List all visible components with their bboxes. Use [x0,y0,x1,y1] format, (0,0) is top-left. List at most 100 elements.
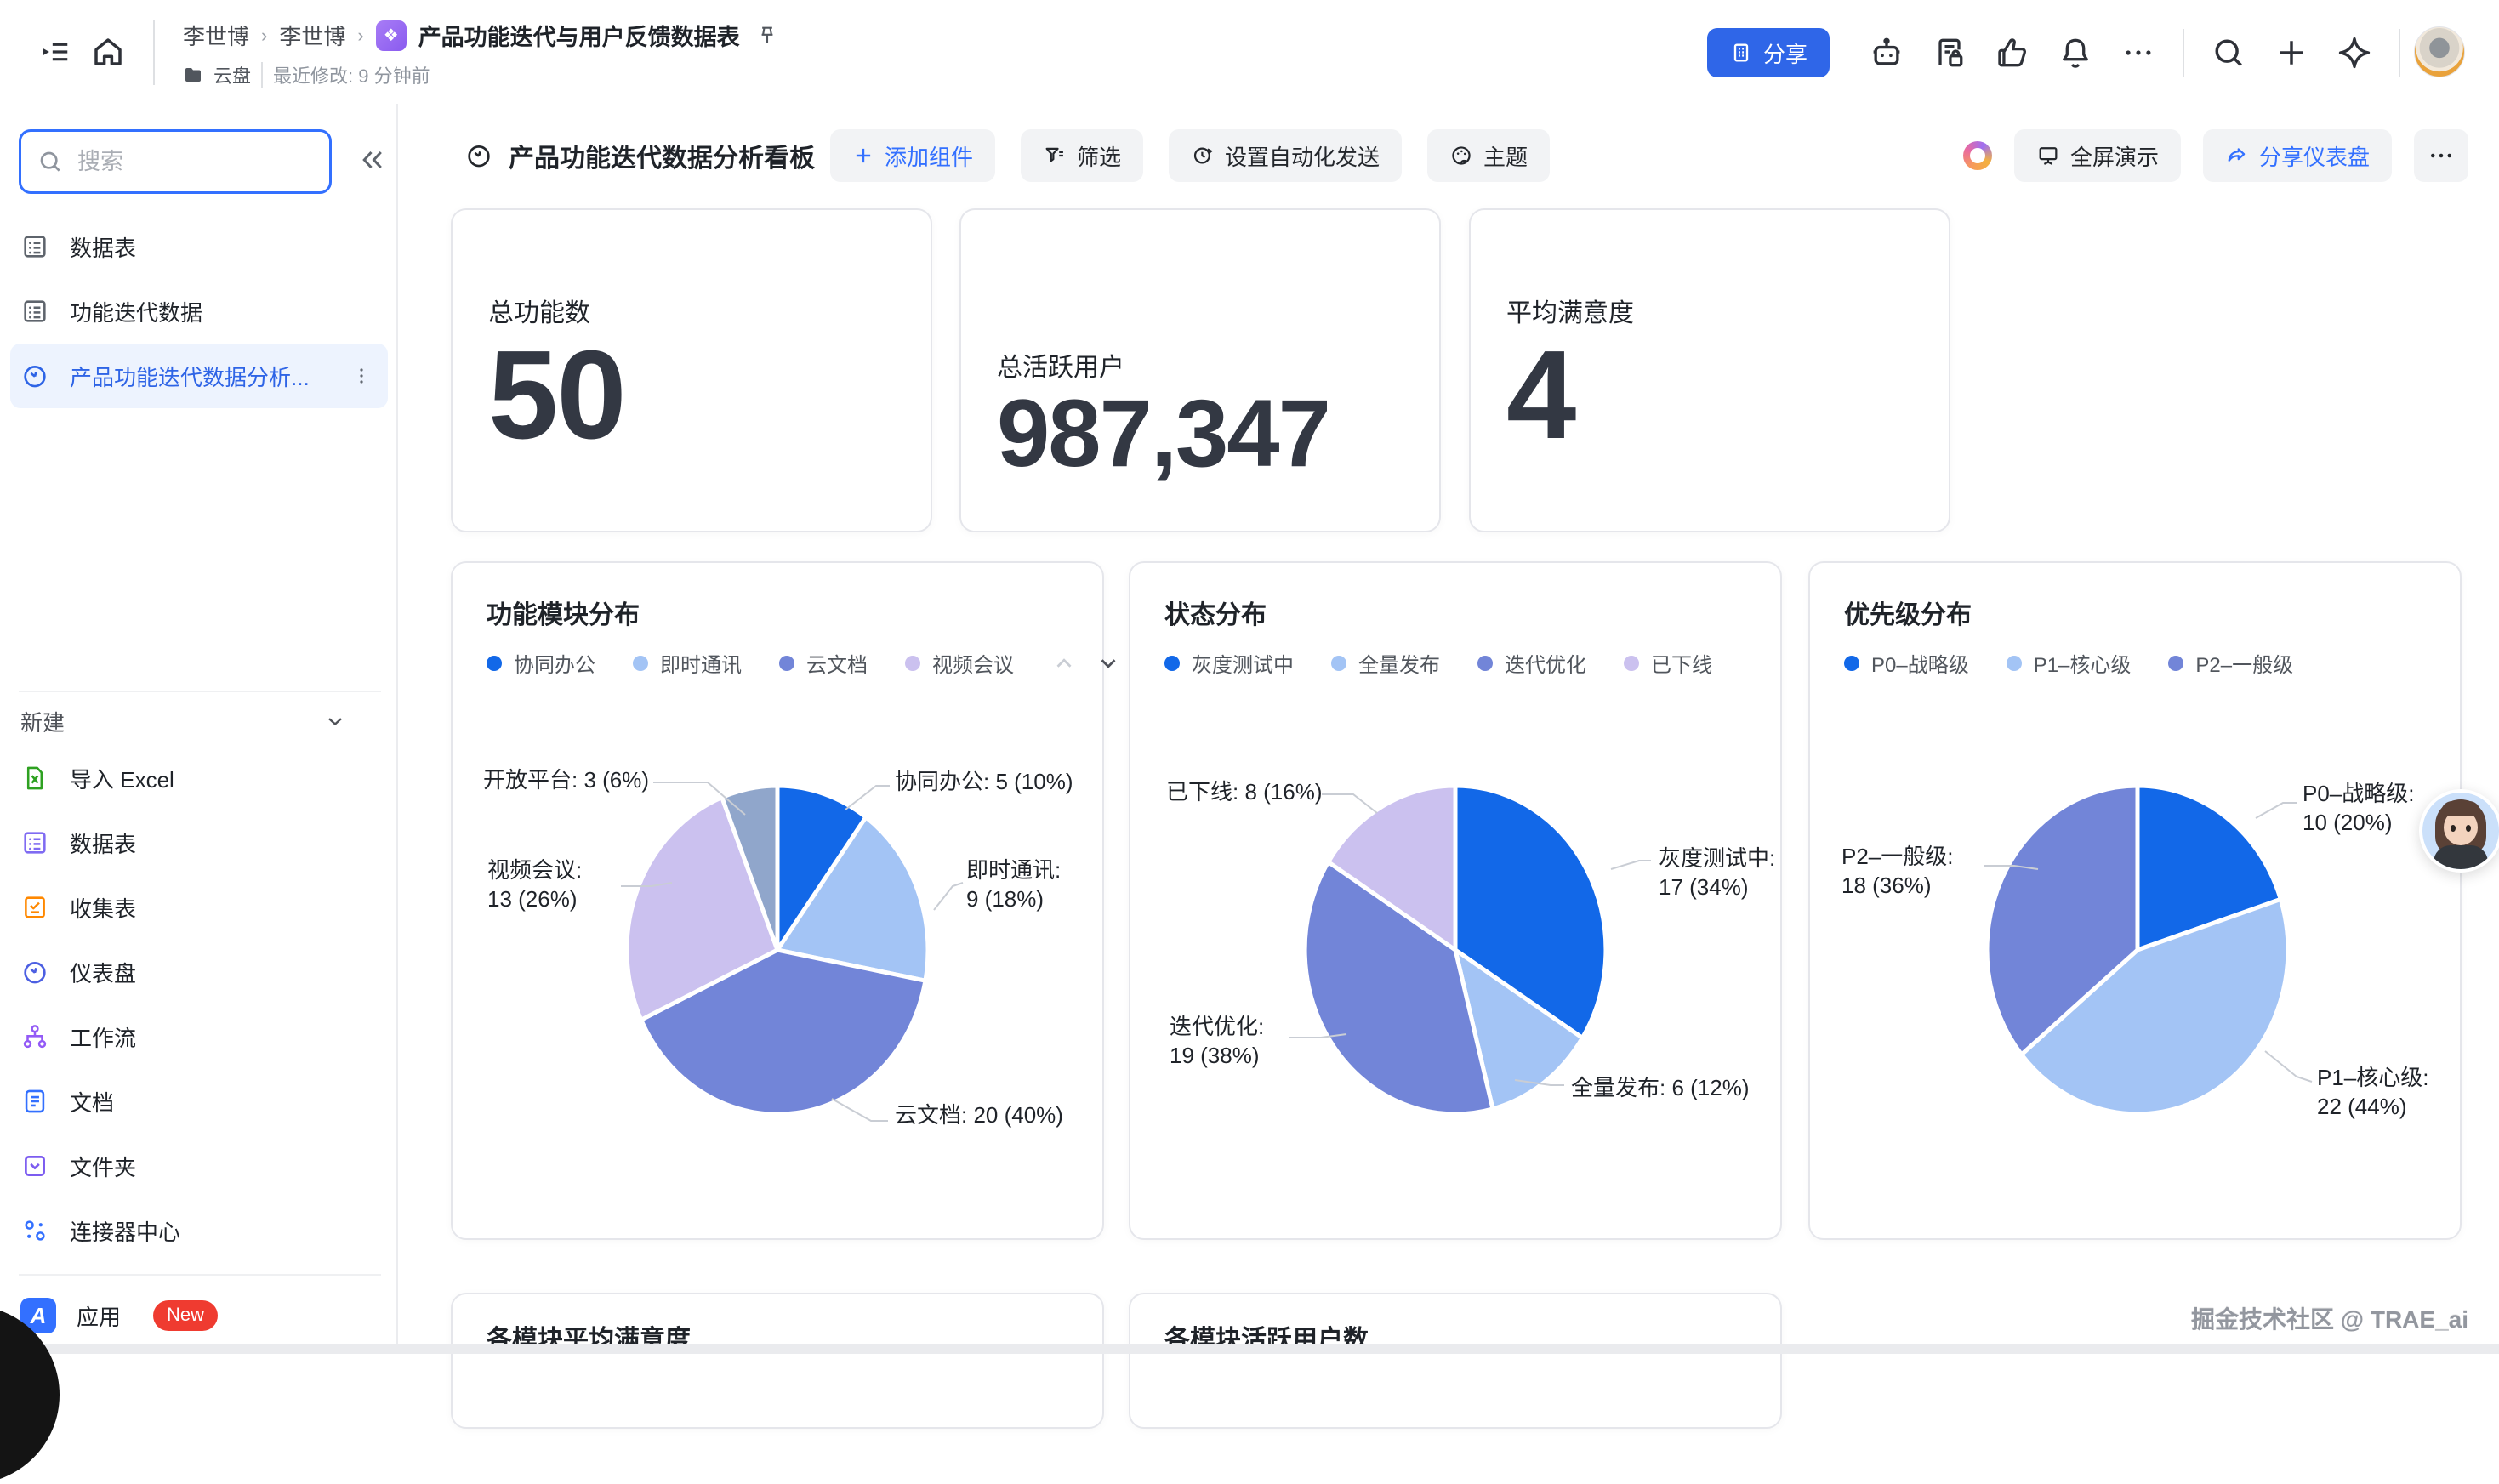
chevron-down-icon[interactable] [323,709,347,733]
avatar-body [2434,845,2488,873]
chart-card-status-distribution[interactable]: 状态分布 灰度测试中全量发布迭代优化已下线 已下线: 8 (16%)灰度测试中:… [1129,561,1782,1240]
share-dashboard-button[interactable]: 分享仪表盘 [2203,129,2392,182]
sidebar-new-import-excel[interactable]: 导入 Excel [0,746,398,810]
sidebar-new-folder[interactable]: 文件夹 [0,1134,398,1198]
doc-location[interactable]: 云盘 [213,61,251,88]
search-icon[interactable] [2210,34,2247,71]
pie-callout-label: P0–战略级:10 (20%) [2303,779,2415,837]
dashboard-header: 产品功能迭代数据分析看板 [464,129,815,182]
share-button[interactable]: 分享 [1707,28,1830,77]
sidebar-item-label: 仪表盘 [70,957,136,988]
sidebar-new-doc[interactable]: 文档 [0,1069,398,1134]
home-icon[interactable] [90,34,126,70]
dashboard-clock-icon [464,141,493,170]
sidebar-new-dashboard[interactable]: 仪表盘 [0,940,398,1004]
stat-label: 平均满意度 [1506,292,1949,329]
pie-callout-label: 协同办公: 5 (10%) [895,767,1073,796]
chart-card-module-distribution[interactable]: 功能模块分布 协同办公即时通讯云文档视频会议 开放平台: 3 (6%)协同办公:… [451,561,1104,1240]
user-avatar[interactable] [2414,26,2465,77]
like-thumb-icon[interactable] [1994,34,2031,71]
approval-doc-lock-icon[interactable] [1931,34,1968,71]
add-widget-button[interactable]: 添加组件 [830,129,995,182]
breadcrumb: 李世博 › 李世博 › ❖ 产品功能迭代与用户反馈数据表 [183,19,779,52]
excel-icon [20,764,49,793]
folder-chevron-icon [20,1151,49,1180]
breadcrumb-item[interactable]: 李世博 [279,20,345,51]
new-section-header[interactable]: 新建 [20,699,378,743]
filter-label: 筛选 [1077,140,1121,172]
sidebar-new-data-table[interactable]: 数据表 [0,810,398,875]
pie-callout-label: P1–核心级:22 (44%) [2317,1063,2429,1121]
gradient-ring-icon[interactable] [1963,141,1992,170]
pie-callout-label: 全量发布: 6 (12%) [1571,1073,1750,1102]
sidebar-item-data-table[interactable]: 数据表 [0,214,398,279]
pie-callout-label: 灰度测试中:17 (34%) [1659,844,1775,901]
theme-button[interactable]: 主题 [1427,129,1550,182]
watermark: 掘金技术社区 @ TRAE_ai [2191,1301,2468,1335]
sidebar-item-label: 数据表 [70,231,136,263]
breadcrumb-separator-icon: › [357,25,363,47]
fullscreen-present-button[interactable]: 全屏演示 [2014,129,2181,182]
document-title[interactable]: 产品功能迭代与用户反馈数据表 [418,19,740,52]
notification-bell-icon[interactable] [2057,34,2094,71]
assistant-robot-icon[interactable] [1868,34,1905,71]
sidebar-new-workflow[interactable]: 工作流 [0,1004,398,1069]
doc-meta: 云盘 最近修改: 9 分钟前 [183,61,430,88]
sidebar-item-label: 功能迭代数据 [70,296,202,327]
dashboard-more-button[interactable] [2414,129,2468,182]
sidebar-item-apps[interactable]: A 应用 New [0,1282,398,1349]
stat-card-avg-satisfaction[interactable]: 平均满意度 4 [1469,208,1950,532]
bitable-doc-icon: ❖ [376,20,407,51]
chart-card-module-avg-satisfaction[interactable]: 各模块平均满意度 [451,1293,1104,1429]
pin-icon[interactable] [755,24,779,48]
table-icon [20,232,49,261]
stat-card-total-features[interactable]: 总功能数 50 [451,208,932,532]
dashboard-clock-icon [20,958,49,986]
stat-card-active-users[interactable]: 总活跃用户 987,347 [959,208,1441,532]
chart-card-module-active-users[interactable]: 各模块活跃用户数 [1129,1293,1782,1429]
sidebar-toggle-icon[interactable] [39,36,71,68]
sidebar-new-form[interactable]: 收集表 [0,875,398,940]
stat-label: 总功能数 [488,292,931,329]
stat-value: 4 [1506,329,1949,461]
pie-callout-label: 迭代优化:19 (38%) [1170,1012,1264,1070]
stat-value: 50 [488,329,931,461]
filter-button[interactable]: 筛选 [1021,129,1143,182]
create-plus-icon[interactable] [2273,34,2310,71]
sidebar-item-analysis-dashboard-selected[interactable]: 产品功能迭代数据分析... [10,344,388,408]
search-input[interactable] [76,148,280,176]
sidebar-item-label: 数据表 [70,827,136,859]
share-dashboard-label: 分享仪表盘 [2259,140,2370,172]
auto-send-button[interactable]: 设置自动化发送 [1169,129,1402,182]
assistant-avatar[interactable] [2419,789,2499,873]
item-more-icon[interactable] [350,365,373,387]
bottom-edge-strip [0,1344,2499,1354]
sidebar-new-connector-center[interactable]: 连接器中心 [0,1198,398,1263]
meta-divider [261,62,263,88]
share-button-label: 分享 [1763,37,1807,69]
callout-leader-line [2265,1051,2312,1082]
sidebar-item-label: 应用 [77,1300,121,1332]
connector-icon [20,1216,49,1245]
topbar-divider [153,20,155,85]
callout-leader-line [1611,861,1651,869]
chart-card-priority-distribution[interactable]: 优先级分布 P0–战略级P1–核心级P2–一般级 P0–战略级:10 (20%)… [1808,561,2462,1240]
table-icon [20,828,49,857]
pie-callout-label: P2–一般级:18 (36%) [1842,842,1954,900]
sidebar-item-label: 文档 [70,1086,114,1117]
document-icon [20,1087,49,1116]
sidebar-item-feature-iteration-data[interactable]: 功能迭代数据 [0,279,398,344]
pie-callout-label: 云文档: 20 (40%) [895,1100,1063,1129]
sidebar-search[interactable] [19,129,332,194]
sparkle-ai-icon[interactable] [2336,34,2373,71]
breadcrumb-item[interactable]: 李世博 [183,20,249,51]
dashboard-title: 产品功能迭代数据分析看板 [509,137,815,174]
fullscreen-label: 全屏演示 [2070,140,2159,172]
new-badge: New [153,1300,218,1331]
sidebar-divider [19,691,381,692]
collapse-sidebar-icon[interactable] [357,145,388,175]
more-horizontal-icon[interactable] [2120,34,2157,71]
sidebar: 数据表 功能迭代数据 产品功能迭代数据分析... 新建 导入 Excel 数据表 [0,104,398,1354]
callout-leader-line [2256,803,2297,818]
workflow-icon [20,1022,49,1051]
